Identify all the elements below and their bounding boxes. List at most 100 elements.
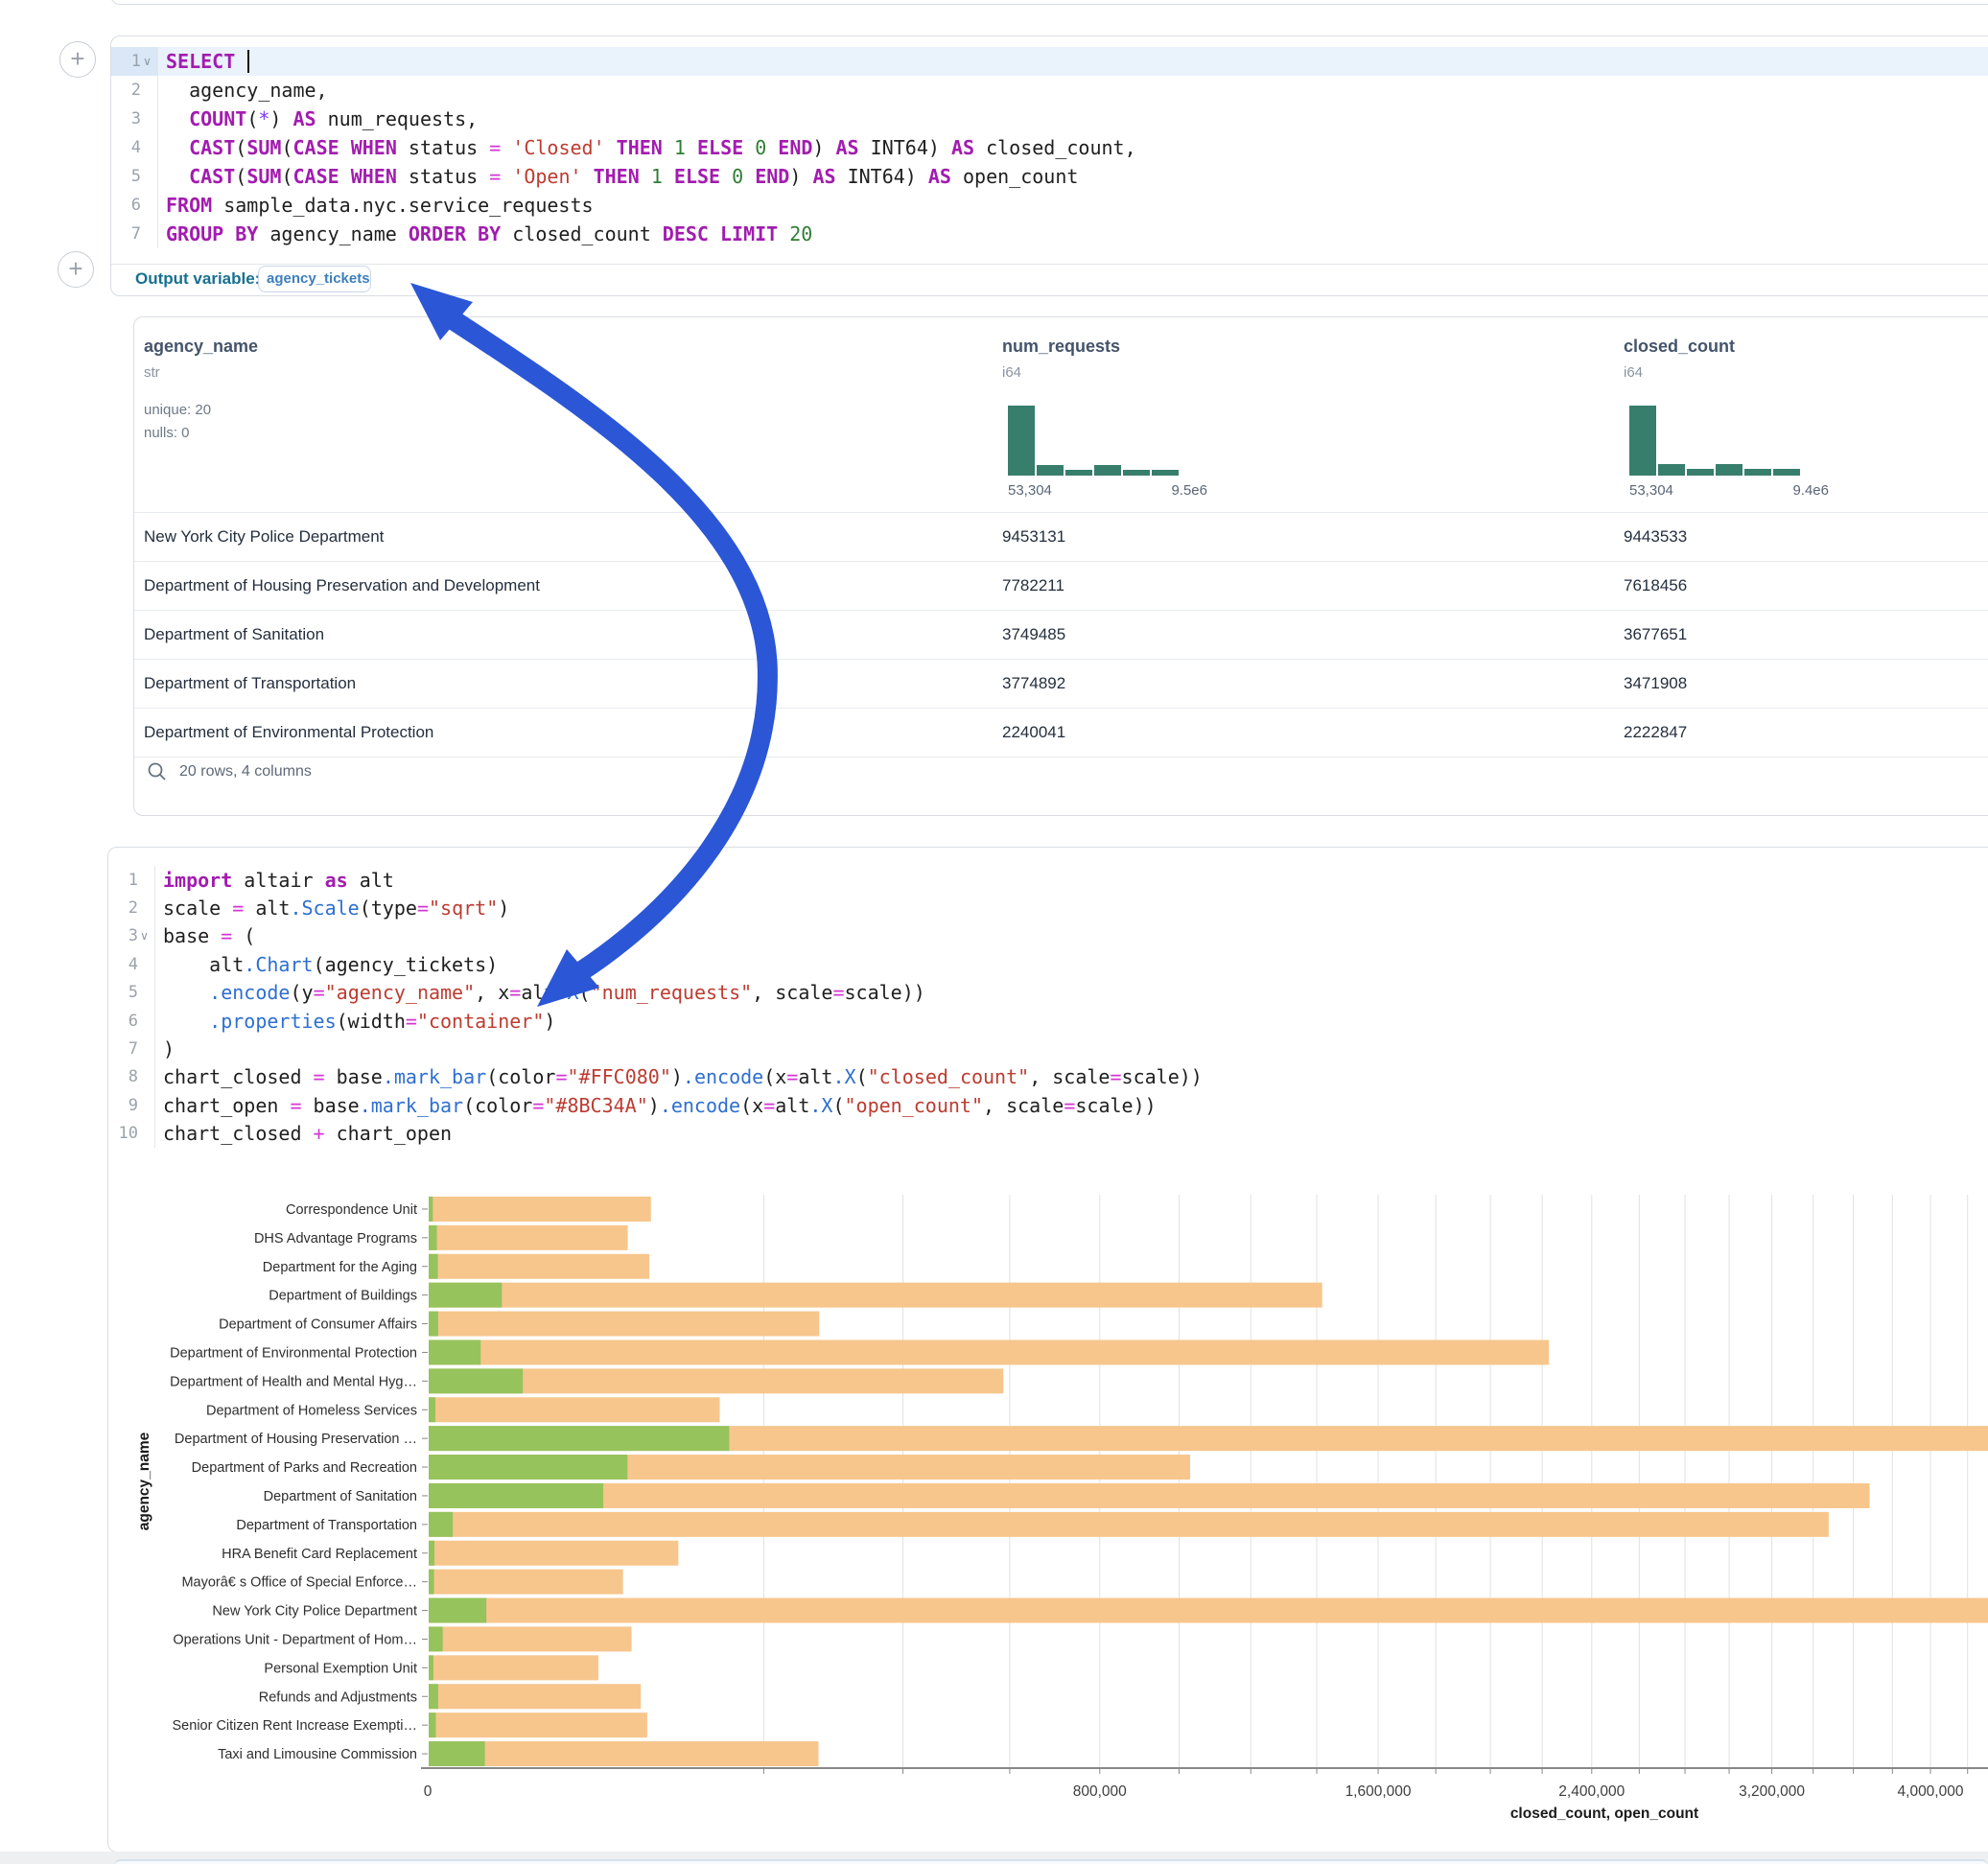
table-cell: Department of Housing Preservation and D…	[144, 576, 540, 595]
bar-open_count[interactable]	[429, 1254, 438, 1279]
y-axis-label: Personal Exemption Unit	[264, 1661, 417, 1676]
code-line[interactable]: 9chart_open = base.mark_bar(color="#8BC3…	[108, 1091, 1988, 1119]
bar-closed_count[interactable]	[429, 1655, 598, 1680]
y-axis-label: HRA Benefit Card Replacement	[222, 1547, 417, 1562]
code-line[interactable]: 6 .properties(width="container")	[108, 1007, 1988, 1035]
bar-closed_count[interactable]	[429, 1283, 1322, 1308]
bar-open_count[interactable]	[429, 1741, 485, 1766]
table-row[interactable]: New York City Police Department945313194…	[134, 513, 1988, 562]
y-axis-label: Department of Transportation	[236, 1518, 417, 1533]
collapse-chevron-icon[interactable]: ∨	[138, 929, 151, 943]
bar-open_count[interactable]	[429, 1283, 502, 1308]
column-unique-count: unique: 20	[144, 402, 211, 418]
bar-open_count[interactable]	[429, 1340, 480, 1364]
table-cell: Department of Environmental Protection	[144, 723, 433, 742]
output-variable-pill[interactable]: agency_tickets	[258, 266, 371, 292]
code-text: FROM sample_data.nyc.service_requests	[158, 191, 594, 220]
column-header-closed-count[interactable]: closed_count	[1624, 337, 1735, 357]
bar-open_count[interactable]	[429, 1512, 453, 1537]
bar-open_count[interactable]	[429, 1455, 627, 1480]
code-text: chart_closed + chart_open	[155, 1120, 452, 1148]
add-cell-button-middle[interactable]: +	[58, 251, 94, 288]
histogram-bar	[1658, 464, 1685, 476]
bar-closed_count[interactable]	[429, 1254, 649, 1279]
code-line[interactable]: 5 CAST(SUM(CASE WHEN status = 'Open' THE…	[111, 162, 1988, 191]
bar-closed_count[interactable]	[429, 1570, 623, 1595]
code-line[interactable]: 8chart_closed = base.mark_bar(color="#FF…	[108, 1063, 1988, 1091]
bar-closed_count[interactable]	[429, 1684, 641, 1709]
bar-open_count[interactable]	[429, 1312, 438, 1337]
code-line[interactable]: 3∨base = (	[108, 922, 1988, 950]
code-line[interactable]: 1import altair as alt	[108, 866, 1988, 894]
line-number: 5	[129, 983, 138, 1002]
code-line[interactable]: 2 agency_name,	[111, 76, 1988, 105]
code-line[interactable]: 10chart_closed + chart_open	[108, 1120, 1988, 1148]
bar-closed_count[interactable]	[429, 1541, 678, 1566]
code-line[interactable]: 1∨SELECT	[111, 47, 1988, 76]
bar-open_count[interactable]	[429, 1655, 433, 1680]
code-text: alt.Chart(agency_tickets)	[155, 950, 498, 978]
table-row[interactable]: Department of Sanitation37494853677651	[134, 611, 1988, 660]
bar-open_count[interactable]	[429, 1197, 433, 1222]
bar-open_count[interactable]	[429, 1225, 437, 1250]
search-icon[interactable]	[147, 761, 168, 782]
x-axis-tick-label: 800,000	[1073, 1783, 1127, 1800]
line-number: 1	[131, 52, 141, 71]
bar-closed_count[interactable]	[429, 1312, 819, 1337]
bar-closed_count[interactable]	[429, 1483, 1870, 1508]
code-line[interactable]: 2scale = alt.Scale(type="sqrt")	[108, 894, 1988, 921]
bar-open_count[interactable]	[429, 1397, 435, 1422]
bar-open_count[interactable]	[429, 1713, 435, 1737]
bar-open_count[interactable]	[429, 1541, 434, 1566]
code-text: COUNT(*) AS num_requests,	[158, 105, 478, 133]
table-row[interactable]: Department of Transportation377489234719…	[134, 660, 1988, 709]
table-row-count: 20 rows, 4 columns	[179, 763, 312, 781]
column-header-agency-name[interactable]: agency_name	[144, 337, 258, 357]
bar-closed_count[interactable]	[429, 1397, 720, 1422]
sql-cell[interactable]: 1∨SELECT 2 agency_name,3 COUNT(*) AS num…	[110, 35, 1988, 296]
y-axis-label: Department of Health and Mental Hyg…	[170, 1374, 417, 1389]
bar-closed_count[interactable]	[429, 1197, 651, 1222]
line-number: 6	[131, 196, 141, 215]
code-line[interactable]: 6 FROM sample_data.nyc.service_requests	[111, 191, 1988, 220]
bar-closed_count[interactable]	[429, 1512, 1829, 1537]
add-cell-button-top[interactable]: +	[59, 41, 96, 78]
code-line[interactable]: 5 .encode(y="agency_name", x=alt.X("num_…	[108, 979, 1988, 1007]
bar-open_count[interactable]	[429, 1684, 438, 1709]
bar-closed_count[interactable]	[429, 1340, 1549, 1364]
histogram-min-label: 53,304	[1629, 482, 1673, 499]
bar-open_count[interactable]	[429, 1598, 486, 1623]
line-number: 4	[131, 138, 141, 157]
bar-open_count[interactable]	[429, 1368, 523, 1393]
code-line[interactable]: 4 CAST(SUM(CASE WHEN status = 'Closed' T…	[111, 133, 1988, 162]
code-line[interactable]: 4 alt.Chart(agency_tickets)	[108, 950, 1988, 978]
line-number: 3	[131, 109, 141, 128]
line-number: 9	[129, 1096, 138, 1115]
collapse-chevron-icon[interactable]: ∨	[141, 55, 153, 68]
table-cell: 2240041	[1002, 723, 1065, 742]
bar-closed_count[interactable]	[429, 1713, 647, 1737]
bar-open_count[interactable]	[429, 1570, 434, 1595]
line-number: 1	[129, 871, 138, 890]
python-code-editor[interactable]: 1import altair as alt2scale = alt.Scale(…	[108, 866, 1988, 1148]
bar-closed_count[interactable]	[429, 1598, 1988, 1623]
bar-closed_count[interactable]	[429, 1741, 819, 1766]
line-number: 7	[129, 1039, 138, 1059]
line-number: 6	[129, 1012, 138, 1031]
table-cell: 7618456	[1624, 576, 1687, 595]
bar-closed_count[interactable]	[429, 1626, 632, 1651]
code-line[interactable]: 7GROUP BY agency_name ORDER BY closed_co…	[111, 220, 1988, 248]
bar-open_count[interactable]	[429, 1426, 729, 1451]
code-line[interactable]: 7)	[108, 1035, 1988, 1062]
table-row[interactable]: Department of Environmental Protection 22…	[134, 709, 1988, 757]
column-header-num-requests[interactable]: num_requests	[1002, 337, 1120, 357]
x-axis-tick-label: 0	[424, 1783, 433, 1800]
bar-open_count[interactable]	[429, 1483, 603, 1508]
code-line[interactable]: 3 COUNT(*) AS num_requests,	[111, 105, 1988, 133]
bar-open_count[interactable]	[429, 1626, 443, 1651]
bar-closed_count[interactable]	[429, 1225, 628, 1250]
table-row[interactable]: Department of Housing Preservation and D…	[134, 562, 1988, 611]
x-axis-title: closed_count, open_count	[1510, 1806, 1698, 1822]
sql-code-editor[interactable]: 1∨SELECT 2 agency_name,3 COUNT(*) AS num…	[111, 47, 1988, 248]
histogram-bar	[1123, 470, 1150, 476]
